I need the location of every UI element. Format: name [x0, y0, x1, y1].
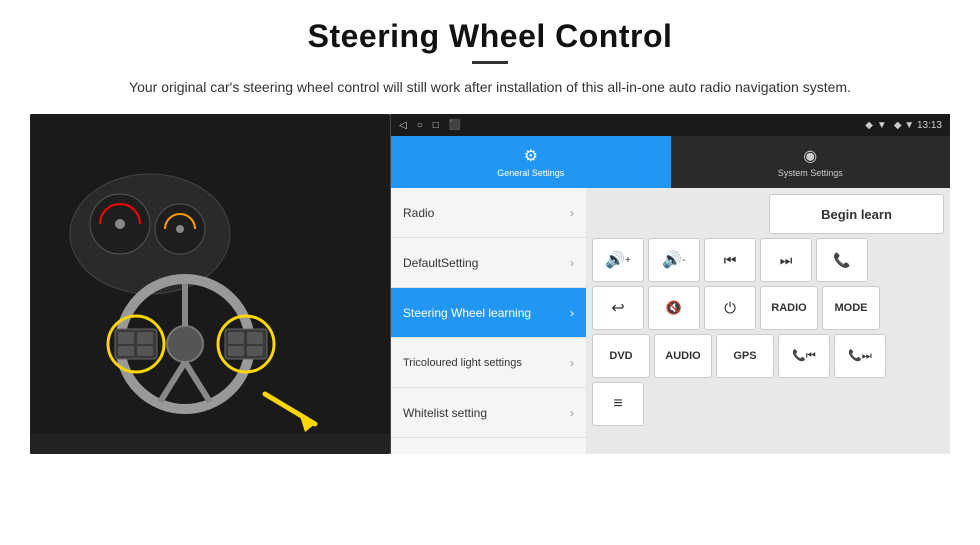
- back-icon[interactable]: ◁: [399, 120, 407, 131]
- right-row-1: 🔊+ 🔊- ⏮ ⏭ 📞: [592, 238, 944, 282]
- page-subtitle: Your original car's steering wheel contr…: [129, 76, 851, 98]
- content-row: ◁ ○ □ ⬛ ◆ ▼ ◆ ▼ 13:13 ⚙ General Settings: [30, 114, 950, 454]
- phone-prev-button[interactable]: 📞⏮: [778, 334, 830, 378]
- next-track-button[interactable]: ⏭: [760, 238, 812, 282]
- status-bar: ◁ ○ □ ⬛ ◆ ▼ ◆ ▼ 13:13: [391, 114, 950, 136]
- tab-bar: ⚙ General Settings ◉ System Settings: [391, 136, 950, 188]
- android-ui: ◁ ○ □ ⬛ ◆ ▼ ◆ ▼ 13:13 ⚙ General Settings: [390, 114, 950, 454]
- menu-item-default-label: DefaultSetting: [403, 256, 478, 270]
- left-menu: Radio › DefaultSetting › Steering Wheel …: [391, 188, 586, 454]
- menu-item-tricoloured-arrow: ›: [570, 356, 574, 370]
- car-image-section: [30, 114, 390, 454]
- menu-item-whitelist-arrow: ›: [570, 406, 574, 420]
- vol-down-button[interactable]: 🔊-: [648, 238, 700, 282]
- power-button[interactable]: ⏻: [704, 286, 756, 330]
- menu-item-steering-wheel[interactable]: Steering Wheel learning ›: [391, 288, 586, 338]
- menu-item-default-setting[interactable]: DefaultSetting ›: [391, 238, 586, 288]
- gear-icon: ⚙: [524, 146, 538, 166]
- empty-cell-0: [592, 194, 765, 234]
- page-wrapper: Steering Wheel Control Your original car…: [0, 0, 980, 545]
- recents-icon[interactable]: □: [433, 120, 439, 131]
- screenshot-icon[interactable]: ⬛: [449, 120, 461, 131]
- main-area: Radio › DefaultSetting › Steering Wheel …: [391, 188, 950, 454]
- mode-button[interactable]: MODE: [822, 286, 880, 330]
- signal-icon: ▼: [877, 120, 887, 131]
- steering-wheel-svg: [30, 114, 390, 454]
- page-title: Steering Wheel Control: [308, 18, 673, 55]
- car-background: [30, 114, 390, 454]
- clock: ◆ ▼ 13:13: [894, 120, 942, 131]
- list-button[interactable]: ≡: [592, 382, 644, 426]
- tab-general-label: General Settings: [497, 168, 564, 178]
- tab-general-settings[interactable]: ⚙ General Settings: [391, 136, 671, 188]
- prev-track-button[interactable]: ⏮: [704, 238, 756, 282]
- dvd-button[interactable]: DVD: [592, 334, 650, 378]
- status-bar-nav-icons: ◁ ○ □ ⬛: [399, 120, 461, 131]
- mute-button[interactable]: 🔇: [648, 286, 700, 330]
- home-icon[interactable]: ○: [417, 120, 423, 131]
- audio-button[interactable]: AUDIO: [654, 334, 712, 378]
- gps-button[interactable]: GPS: [716, 334, 774, 378]
- globe-icon: ◉: [803, 146, 817, 166]
- title-divider: [472, 61, 508, 64]
- right-row-4: ≡: [592, 382, 944, 426]
- begin-learn-button[interactable]: Begin learn: [769, 194, 944, 234]
- menu-item-default-arrow: ›: [570, 256, 574, 270]
- menu-item-tricoloured-label: Tricoloured light settings: [403, 356, 522, 370]
- right-panel: Begin learn 🔊+ 🔊- ⏮ ⏭ 📞 ↩ 🔇 ⏻: [586, 188, 950, 454]
- vol-up-button[interactable]: 🔊+: [592, 238, 644, 282]
- menu-item-steering-arrow: ›: [570, 306, 574, 320]
- right-row-3: DVD AUDIO GPS 📞⏮ 📞⏭: [592, 334, 944, 378]
- call-answer-button[interactable]: ↩: [592, 286, 644, 330]
- right-row-2: ↩ 🔇 ⏻ RADIO MODE: [592, 286, 944, 330]
- menu-item-tricoloured[interactable]: Tricoloured light settings ›: [391, 338, 586, 388]
- tab-system-label: System Settings: [778, 168, 843, 178]
- menu-item-radio-label: Radio: [403, 206, 434, 220]
- phone-button[interactable]: 📞: [816, 238, 868, 282]
- menu-item-steering-label: Steering Wheel learning: [403, 306, 531, 320]
- phone-next-button[interactable]: 📞⏭: [834, 334, 886, 378]
- menu-item-whitelist-label: Whitelist setting: [403, 406, 487, 420]
- menu-item-whitelist[interactable]: Whitelist setting ›: [391, 388, 586, 438]
- radio-button[interactable]: RADIO: [760, 286, 818, 330]
- right-row-0: Begin learn: [592, 194, 944, 234]
- tab-system-settings[interactable]: ◉ System Settings: [671, 136, 951, 188]
- menu-item-radio[interactable]: Radio ›: [391, 188, 586, 238]
- location-icon: ◆: [865, 120, 873, 131]
- menu-item-radio-arrow: ›: [570, 206, 574, 220]
- status-bar-right: ◆ ▼ ◆ ▼ 13:13: [865, 120, 942, 131]
